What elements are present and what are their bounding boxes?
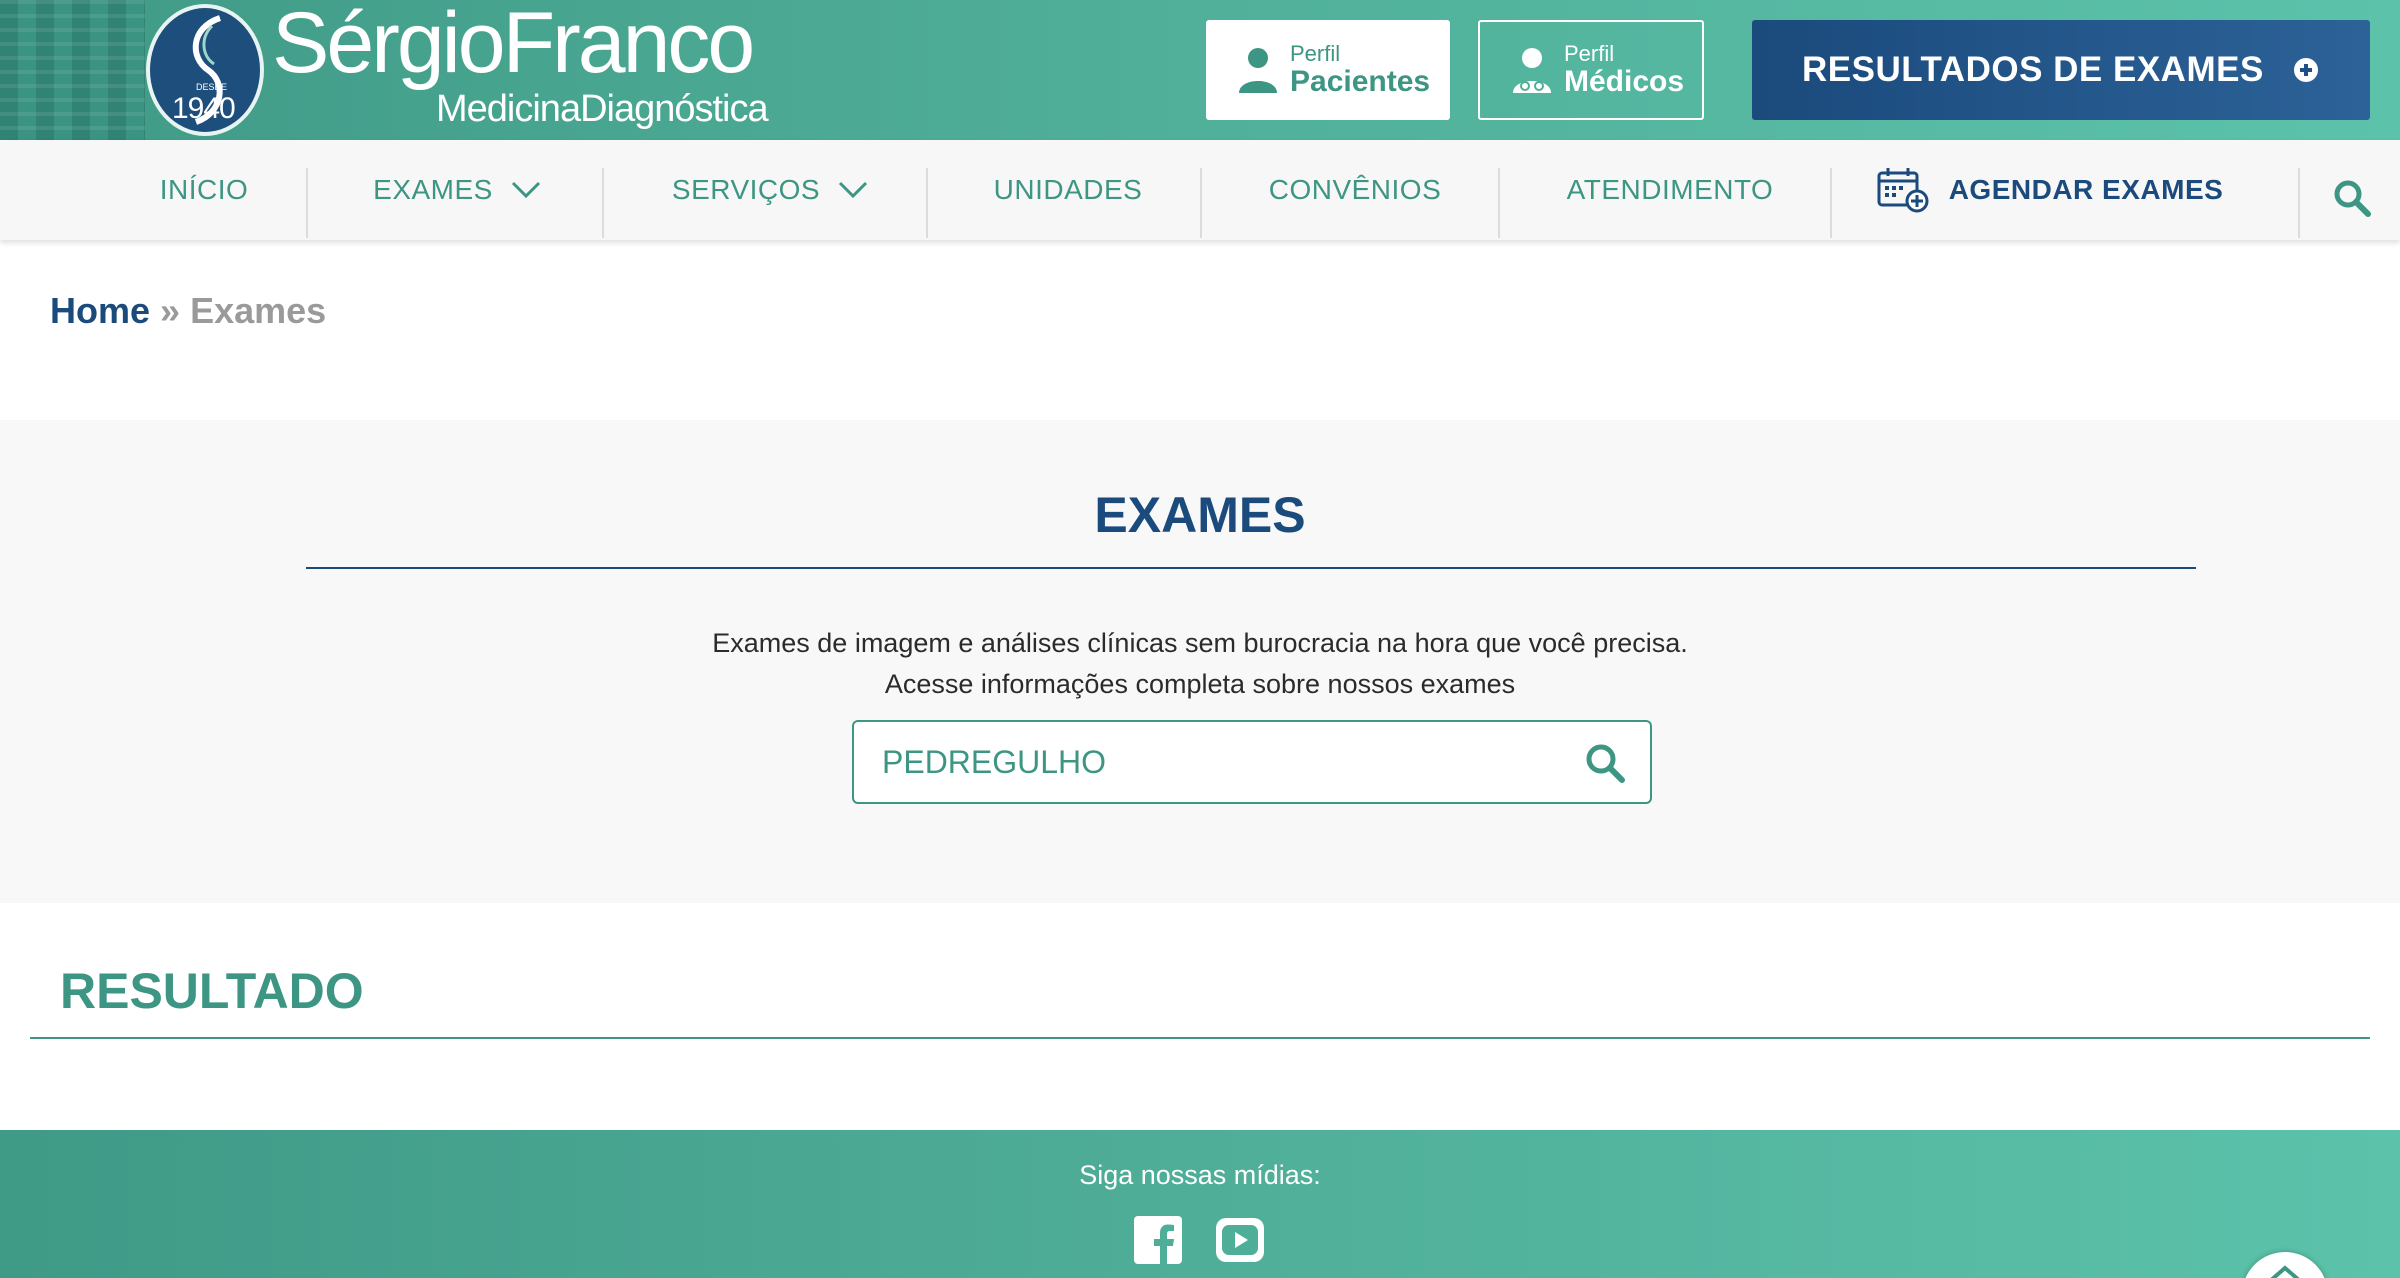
profile-patients-label: Pacientes [1290, 65, 1431, 98]
nav-divider [602, 168, 604, 238]
header-pattern [0, 0, 145, 140]
breadcrumb: Home» Exames [50, 290, 326, 332]
nav-item-convenios[interactable]: CONVÊNIOS [1212, 140, 1498, 240]
site-footer: Siga nossas mídias: [0, 1130, 2400, 1278]
nav-schedule-label: AGENDAR EXAMES [1948, 174, 2224, 205]
logo-name: SérgioFranco [272, 0, 755, 91]
nav-item-unidades[interactable]: UNIDADES [940, 140, 1196, 240]
chevron-down-icon [511, 181, 540, 199]
exams-title: EXAMES [1094, 487, 1306, 543]
logo-subtitle: MedicinaDiagnóstica [436, 88, 769, 130]
nav-item-atendimento[interactable]: ATENDIMENTO [1510, 140, 1830, 240]
nav-item-label: UNIDADES [993, 174, 1143, 205]
exam-search-box [852, 720, 1652, 804]
profile-doctors-button[interactable]: Perfil Médicos [1478, 20, 1704, 120]
result-title: RESULTADO [60, 963, 364, 1019]
seal-year: 1940 [172, 92, 236, 125]
plus-circle-icon [2293, 58, 2318, 82]
exams-desc-line1: Exames de imagem e análises clínicas sem… [712, 628, 1688, 658]
user-icon [1236, 45, 1280, 95]
result-divider [30, 1037, 2370, 1039]
nav-divider [2298, 168, 2300, 238]
exam-search-input[interactable] [882, 722, 1562, 802]
breadcrumb-separator: » [160, 290, 181, 331]
chevron-down-icon [839, 181, 868, 199]
logo-seal: DESDE 1940 [146, 4, 264, 136]
youtube-icon[interactable] [1216, 1216, 1264, 1264]
breadcrumb-current: Exames [190, 290, 327, 331]
nav-divider [1830, 168, 1832, 238]
nav-divider [306, 168, 308, 238]
profile-doctors-label: Médicos [1564, 65, 1685, 98]
profile-doctors-small: Perfil [1564, 41, 1615, 66]
exams-divider [306, 567, 2196, 569]
site-header: DESDE 1940 SérgioFranco MedicinaDiagnóst… [0, 0, 2400, 140]
main-nav: INÍCIO EXAMES SERVIÇOS UNIDADES CONVÊNIO… [0, 140, 2400, 240]
exams-section: EXAMES Exames de imagem e análises clíni… [0, 420, 2400, 903]
nav-divider [1200, 168, 1202, 238]
exams-description: Exames de imagem e análises clínicas sem… [0, 623, 2400, 705]
search-icon[interactable] [2332, 178, 2372, 218]
nav-item-label: INÍCIO [159, 174, 249, 205]
exams-desc-line2: Acesse informações completa sobre nossos… [884, 669, 1516, 699]
exam-results-button[interactable]: RESULTADOS DE EXAMES [1752, 20, 2370, 120]
breadcrumb-home-link[interactable]: Home [50, 290, 150, 331]
profile-patients-button[interactable]: Perfil Pacientes [1206, 20, 1450, 120]
nav-schedule-exams[interactable]: AGENDAR EXAMES [1850, 140, 2250, 240]
seal-desde: DESDE [196, 82, 228, 92]
follow-text: Siga nossas mídias: [1079, 1160, 1321, 1190]
nav-item-servicos[interactable]: SERVIÇOS [620, 140, 920, 240]
nav-item-label: CONVÊNIOS [1268, 174, 1442, 205]
nav-item-inicio[interactable]: INÍCIO [125, 140, 283, 240]
search-icon[interactable] [1584, 742, 1626, 784]
facebook-icon[interactable] [1134, 1216, 1182, 1264]
doctor-icon [1510, 45, 1554, 95]
nav-item-label: ATENDIMENTO [1566, 174, 1774, 205]
profile-patients-small: Perfil [1290, 41, 1341, 66]
nav-divider [926, 168, 928, 238]
chevron-up-icon [2270, 1265, 2300, 1278]
nav-item-label: SERVIÇOS [671, 174, 821, 205]
nav-item-label: EXAMES [373, 174, 493, 205]
nav-item-exames[interactable]: EXAMES [330, 140, 584, 240]
logo[interactable]: DESDE 1940 SérgioFranco MedicinaDiagnóst… [146, 0, 769, 138]
nav-divider [1498, 168, 1500, 238]
calendar-plus-icon [1877, 168, 1929, 213]
exam-results-label: RESULTADOS DE EXAMES [1802, 50, 2264, 89]
